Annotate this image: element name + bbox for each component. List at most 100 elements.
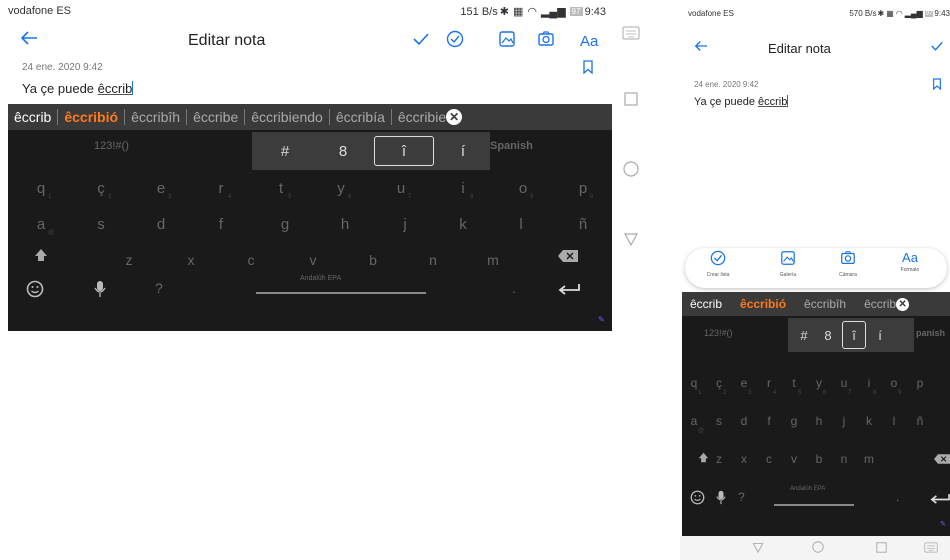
tool-camera[interactable]: Cámara (823, 250, 873, 278)
back-arrow-icon[interactable] (20, 30, 38, 46)
popup-key[interactable]: í (870, 318, 890, 352)
key[interactable]: ñ (910, 414, 930, 428)
key[interactable]: h (809, 414, 829, 428)
key[interactable]: r (206, 180, 236, 197)
home-icon[interactable] (812, 541, 824, 553)
key[interactable]: p (910, 376, 930, 390)
key[interactable]: ç (86, 180, 116, 197)
suggestion-item[interactable]: êccrib (8, 104, 57, 130)
microphone-icon[interactable] (94, 280, 106, 298)
key[interactable]: c (236, 252, 266, 268)
key[interactable]: i (859, 376, 879, 390)
key[interactable]: ç (709, 376, 729, 390)
keyboard-switch-icon[interactable] (620, 22, 642, 44)
popup-key[interactable]: í (448, 132, 478, 170)
key[interactable]: g (270, 216, 300, 233)
key[interactable]: n (834, 452, 854, 466)
key[interactable]: p (568, 180, 598, 197)
suggestion-item[interactable]: êccrib (858, 292, 896, 316)
popup-key-selected[interactable]: î (842, 321, 866, 349)
check-icon[interactable] (930, 40, 944, 52)
key[interactable]: m (478, 252, 508, 268)
suggestion-item[interactable]: êccrib (682, 292, 734, 316)
tool-gallery[interactable]: Galería (763, 250, 813, 278)
key[interactable]: e (146, 180, 176, 197)
close-suggestions-icon[interactable]: ✕ (896, 297, 910, 311)
key[interactable]: b (358, 252, 388, 268)
key[interactable]: s (709, 414, 729, 428)
note-body[interactable]: Ya çe puede êccrib (694, 95, 789, 108)
key[interactable]: y (809, 376, 829, 390)
key[interactable]: t (266, 180, 296, 197)
enter-icon[interactable] (930, 494, 950, 505)
key[interactable]: n (418, 252, 448, 268)
key[interactable]: f (759, 414, 779, 428)
key[interactable]: h (330, 216, 360, 233)
popup-key[interactable]: # (270, 132, 300, 170)
question-key[interactable]: ? (738, 490, 745, 504)
home-icon[interactable] (620, 158, 642, 180)
symbols-label[interactable]: 123!#() (704, 328, 733, 338)
key[interactable]: d (146, 216, 176, 233)
camera-icon[interactable] (537, 30, 555, 48)
suggestion-item[interactable]: êccribiendo (245, 104, 329, 130)
symbols-label[interactable]: 123!#() (94, 140, 129, 152)
recents-icon[interactable] (620, 88, 642, 110)
key[interactable]: x (734, 452, 754, 466)
key[interactable]: a (684, 414, 704, 428)
enter-icon[interactable] (558, 284, 580, 296)
key[interactable]: v (298, 252, 328, 268)
key[interactable]: k (448, 216, 478, 233)
period-key[interactable]: . (896, 490, 899, 504)
key[interactable]: d (734, 414, 754, 428)
spacebar[interactable]: Andalûh EPA (774, 484, 854, 514)
period-key[interactable]: . (512, 280, 516, 296)
suggestion-item[interactable]: êccribîh (125, 104, 186, 130)
key[interactable]: o (508, 180, 538, 197)
key[interactable]: v (784, 452, 804, 466)
key[interactable]: i (448, 180, 478, 197)
bookmark-icon[interactable] (582, 60, 594, 74)
suggestion-item[interactable]: êccribie (392, 104, 446, 130)
key[interactable]: m (859, 452, 879, 466)
key[interactable]: g (784, 414, 804, 428)
key[interactable]: o (884, 376, 904, 390)
key[interactable]: z (114, 252, 144, 268)
key[interactable]: u (386, 180, 416, 197)
key[interactable]: l (506, 216, 536, 233)
tool-format[interactable]: Aa Formato (885, 250, 935, 273)
key[interactable]: r (759, 376, 779, 390)
checklist-icon[interactable] (446, 30, 464, 48)
key[interactable]: c (759, 452, 779, 466)
suggestion-item[interactable]: êccribía (330, 104, 391, 130)
key[interactable]: u (834, 376, 854, 390)
gallery-icon[interactable] (498, 30, 516, 48)
format-icon[interactable]: Aa (580, 33, 598, 50)
key[interactable]: q (26, 180, 56, 197)
bookmark-icon[interactable] (932, 78, 942, 90)
popup-key[interactable]: 8 (328, 132, 358, 170)
key[interactable]: f (206, 216, 236, 233)
key[interactable]: k (859, 414, 879, 428)
key[interactable]: ñ (568, 216, 598, 233)
suggestion-item[interactable]: êccribió (734, 292, 798, 316)
key[interactable]: j (834, 414, 854, 428)
back-triangle-icon[interactable] (752, 542, 764, 553)
keyboard-switch-icon[interactable] (924, 542, 938, 553)
backspace-icon[interactable] (934, 454, 950, 464)
recents-icon[interactable] (876, 542, 887, 553)
key[interactable]: l (884, 414, 904, 428)
suggestion-item[interactable]: êccribió (58, 104, 124, 130)
key[interactable]: e (734, 376, 754, 390)
microphone-icon[interactable] (716, 490, 726, 505)
key[interactable]: y (326, 180, 356, 197)
check-icon[interactable] (412, 31, 430, 47)
key[interactable]: b (809, 452, 829, 466)
shift-icon[interactable] (698, 452, 709, 463)
backspace-icon[interactable] (558, 250, 578, 262)
close-suggestions-icon[interactable]: ✕ (446, 109, 463, 125)
emoji-icon[interactable] (26, 280, 44, 298)
key[interactable]: q (684, 376, 704, 390)
question-key[interactable]: ? (155, 280, 163, 296)
popup-key[interactable]: # (794, 318, 814, 352)
